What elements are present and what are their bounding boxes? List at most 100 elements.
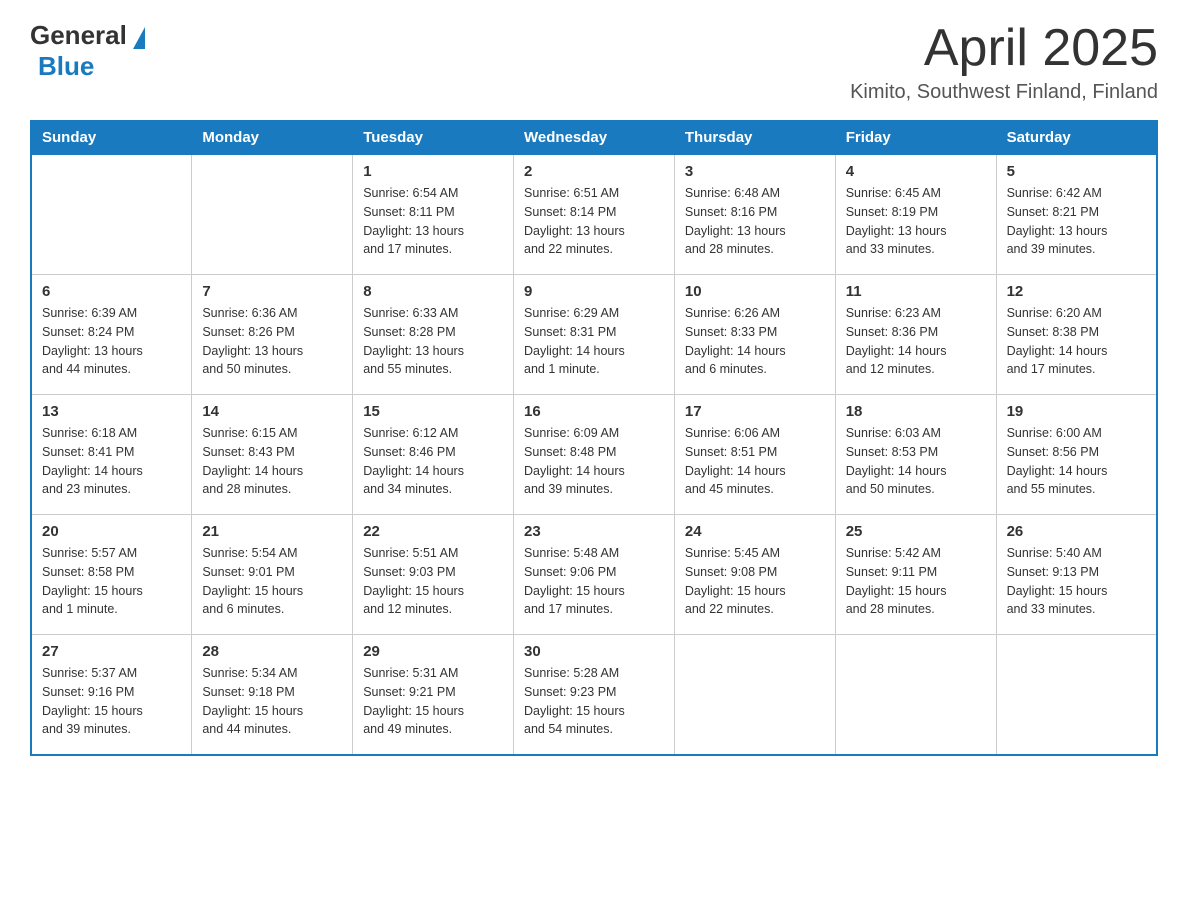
- day-number: 19: [1007, 403, 1146, 420]
- weekday-header-row: SundayMondayTuesdayWednesdayThursdayFrid…: [31, 121, 1157, 155]
- day-number: 4: [846, 163, 986, 180]
- day-number: 26: [1007, 523, 1146, 540]
- day-number: 5: [1007, 163, 1146, 180]
- day-number: 3: [685, 163, 825, 180]
- calendar-cell: 2 Sunrise: 6:51 AMSunset: 8:14 PMDaylight…: [514, 155, 675, 275]
- day-info: Sunrise: 6:20 AMSunset: 8:38 PMDaylight:…: [1007, 304, 1146, 379]
- calendar-cell: 23 Sunrise: 5:48 AMSunset: 9:06 PMDayligh…: [514, 515, 675, 635]
- day-info: Sunrise: 6:06 AMSunset: 8:51 PMDaylight:…: [685, 424, 825, 499]
- day-number: 10: [685, 283, 825, 300]
- calendar-week-row: 27Sunrise: 5:37 AMSunset: 9:16 PMDayligh…: [31, 635, 1157, 755]
- calendar-week-row: 6 Sunrise: 6:39 AMSunset: 8:24 PMDaylight…: [31, 275, 1157, 395]
- day-number: 11: [846, 283, 986, 300]
- day-info: Sunrise: 6:39 AMSunset: 8:24 PMDaylight:…: [42, 304, 181, 379]
- calendar-week-row: 20 Sunrise: 5:57 AMSunset: 8:58 PMDayligh…: [31, 515, 1157, 635]
- calendar-cell: 7 Sunrise: 6:36 AMSunset: 8:26 PMDaylight…: [192, 275, 353, 395]
- month-title: April 2025: [850, 20, 1158, 77]
- page-header: General Blue April 2025 Kimito, Southwes…: [30, 20, 1158, 104]
- calendar-week-row: 1 Sunrise: 6:54 AMSunset: 8:11 PMDaylight…: [31, 155, 1157, 275]
- day-number: 15: [363, 403, 503, 420]
- day-info: Sunrise: 5:45 AMSunset: 9:08 PMDaylight:…: [685, 544, 825, 619]
- calendar-cell: 26 Sunrise: 5:40 AMSunset: 9:13 PMDayligh…: [996, 515, 1157, 635]
- day-number: 8: [363, 283, 503, 300]
- day-info: Sunrise: 6:45 AMSunset: 8:19 PMDaylight:…: [846, 184, 986, 259]
- calendar-cell: 10 Sunrise: 6:26 AMSunset: 8:33 PMDayligh…: [674, 275, 835, 395]
- calendar-cell: 9 Sunrise: 6:29 AMSunset: 8:31 PMDaylight…: [514, 275, 675, 395]
- day-info: Sunrise: 6:29 AMSunset: 8:31 PMDaylight:…: [524, 304, 664, 379]
- day-number: 24: [685, 523, 825, 540]
- weekday-header-wednesday: Wednesday: [514, 121, 675, 155]
- calendar-cell: [835, 635, 996, 755]
- weekday-header-tuesday: Tuesday: [353, 121, 514, 155]
- day-number: 1: [363, 163, 503, 180]
- calendar-cell: 30 Sunrise: 5:28 AMSunset: 9:23 PMDayligh…: [514, 635, 675, 755]
- day-info: Sunrise: 5:51 AMSunset: 9:03 PMDaylight:…: [363, 544, 503, 619]
- weekday-header-sunday: Sunday: [31, 121, 192, 155]
- day-number: 17: [685, 403, 825, 420]
- day-info: Sunrise: 5:42 AMSunset: 9:11 PMDaylight:…: [846, 544, 986, 619]
- day-info: Sunrise: 5:31 AMSunset: 9:21 PMDaylight:…: [363, 664, 503, 739]
- calendar-cell: 19 Sunrise: 6:00 AMSunset: 8:56 PMDayligh…: [996, 395, 1157, 515]
- day-info: Sunrise: 5:28 AMSunset: 9:23 PMDaylight:…: [524, 664, 664, 739]
- calendar-cell: 8Sunrise: 6:33 AMSunset: 8:28 PMDaylight…: [353, 275, 514, 395]
- day-number: 18: [846, 403, 986, 420]
- day-info: Sunrise: 6:54 AMSunset: 8:11 PMDaylight:…: [363, 184, 503, 259]
- day-info: Sunrise: 6:26 AMSunset: 8:33 PMDaylight:…: [685, 304, 825, 379]
- calendar-cell: 4 Sunrise: 6:45 AMSunset: 8:19 PMDaylight…: [835, 155, 996, 275]
- calendar-cell: 12 Sunrise: 6:20 AMSunset: 8:38 PMDayligh…: [996, 275, 1157, 395]
- calendar-cell: 13 Sunrise: 6:18 AMSunset: 8:41 PMDayligh…: [31, 395, 192, 515]
- day-info: Sunrise: 5:40 AMSunset: 9:13 PMDaylight:…: [1007, 544, 1146, 619]
- day-info: Sunrise: 5:57 AMSunset: 8:58 PMDaylight:…: [42, 544, 181, 619]
- calendar-cell: 18 Sunrise: 6:03 AMSunset: 8:53 PMDayligh…: [835, 395, 996, 515]
- day-info: Sunrise: 6:51 AMSunset: 8:14 PMDaylight:…: [524, 184, 664, 259]
- day-number: 7: [202, 283, 342, 300]
- calendar-cell: 28Sunrise: 5:34 AMSunset: 9:18 PMDayligh…: [192, 635, 353, 755]
- day-number: 21: [202, 523, 342, 540]
- calendar-cell: 15 Sunrise: 6:12 AMSunset: 8:46 PMDayligh…: [353, 395, 514, 515]
- logo-general-text: General: [30, 20, 127, 51]
- day-info: Sunrise: 5:48 AMSunset: 9:06 PMDaylight:…: [524, 544, 664, 619]
- calendar-cell: [31, 155, 192, 275]
- calendar-cell: 25 Sunrise: 5:42 AMSunset: 9:11 PMDayligh…: [835, 515, 996, 635]
- weekday-header-thursday: Thursday: [674, 121, 835, 155]
- day-number: 22: [363, 523, 503, 540]
- calendar-cell: 20 Sunrise: 5:57 AMSunset: 8:58 PMDayligh…: [31, 515, 192, 635]
- calendar-cell: 5Sunrise: 6:42 AMSunset: 8:21 PMDaylight…: [996, 155, 1157, 275]
- day-number: 2: [524, 163, 664, 180]
- day-info: Sunrise: 6:12 AMSunset: 8:46 PMDaylight:…: [363, 424, 503, 499]
- calendar-cell: 14Sunrise: 6:15 AMSunset: 8:43 PMDayligh…: [192, 395, 353, 515]
- calendar-cell: [674, 635, 835, 755]
- day-info: Sunrise: 6:00 AMSunset: 8:56 PMDaylight:…: [1007, 424, 1146, 499]
- calendar-cell: 27Sunrise: 5:37 AMSunset: 9:16 PMDayligh…: [31, 635, 192, 755]
- day-info: Sunrise: 6:36 AMSunset: 8:26 PMDaylight:…: [202, 304, 342, 379]
- calendar-cell: 21Sunrise: 5:54 AMSunset: 9:01 PMDayligh…: [192, 515, 353, 635]
- day-number: 25: [846, 523, 986, 540]
- logo-blue-text: Blue: [38, 51, 94, 81]
- weekday-header-friday: Friday: [835, 121, 996, 155]
- day-number: 20: [42, 523, 181, 540]
- weekday-header-saturday: Saturday: [996, 121, 1157, 155]
- calendar-week-row: 13 Sunrise: 6:18 AMSunset: 8:41 PMDayligh…: [31, 395, 1157, 515]
- day-info: Sunrise: 6:18 AMSunset: 8:41 PMDaylight:…: [42, 424, 181, 499]
- day-number: 27: [42, 643, 181, 660]
- calendar-cell: 1 Sunrise: 6:54 AMSunset: 8:11 PMDaylight…: [353, 155, 514, 275]
- day-number: 13: [42, 403, 181, 420]
- day-info: Sunrise: 6:09 AMSunset: 8:48 PMDaylight:…: [524, 424, 664, 499]
- day-info: Sunrise: 5:34 AMSunset: 9:18 PMDaylight:…: [202, 664, 342, 739]
- day-info: Sunrise: 6:23 AMSunset: 8:36 PMDaylight:…: [846, 304, 986, 379]
- calendar-cell: [192, 155, 353, 275]
- day-number: 6: [42, 283, 181, 300]
- weekday-header-monday: Monday: [192, 121, 353, 155]
- day-number: 12: [1007, 283, 1146, 300]
- day-number: 30: [524, 643, 664, 660]
- day-info: Sunrise: 6:15 AMSunset: 8:43 PMDaylight:…: [202, 424, 342, 499]
- day-number: 23: [524, 523, 664, 540]
- calendar-table: SundayMondayTuesdayWednesdayThursdayFrid…: [30, 120, 1158, 756]
- calendar-cell: 17 Sunrise: 6:06 AMSunset: 8:51 PMDayligh…: [674, 395, 835, 515]
- logo: General Blue: [30, 20, 145, 82]
- day-info: Sunrise: 6:03 AMSunset: 8:53 PMDaylight:…: [846, 424, 986, 499]
- calendar-cell: 6 Sunrise: 6:39 AMSunset: 8:24 PMDaylight…: [31, 275, 192, 395]
- logo-arrow-icon: [133, 27, 145, 49]
- day-number: 9: [524, 283, 664, 300]
- calendar-cell: [996, 635, 1157, 755]
